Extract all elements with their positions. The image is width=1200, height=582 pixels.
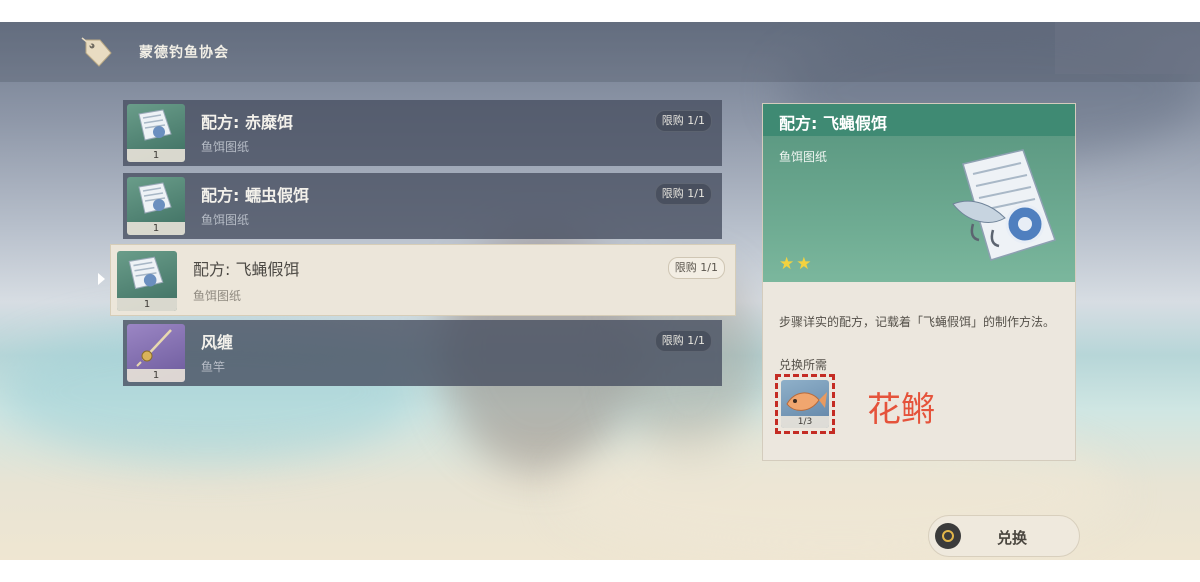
detail-title: 配方: 飞蝇假饵 <box>779 114 887 133</box>
shop-item-row[interactable]: 1 配方: 赤糜饵 鱼饵图纸 限购 1/1 <box>123 100 722 166</box>
annotation-text: 花鳉 <box>867 390 935 430</box>
item-count: 1 <box>127 149 185 162</box>
item-name: 配方: 飞蝇假饵 <box>193 260 300 279</box>
recipe-paper-icon <box>138 109 172 141</box>
recipe-paper-icon <box>128 256 164 290</box>
item-name: 配方: 蠕虫假饵 <box>201 186 309 205</box>
detail-artwork: 鱼饵图纸 ★★ <box>763 136 1075 282</box>
required-material-slot[interactable]: 1/3 <box>775 374 835 434</box>
purchase-limit-badge: 限购 1/1 <box>654 110 712 132</box>
item-type: 鱼饵图纸 <box>201 213 250 227</box>
selection-arrow-icon <box>98 273 105 285</box>
item-name: 配方: 赤糜饵 <box>201 113 293 132</box>
item-count: 1 <box>117 298 177 311</box>
item-thumbnail: 1 <box>127 104 185 162</box>
item-type: 鱼饵图纸 <box>201 140 250 154</box>
price-tag-icon <box>81 37 112 67</box>
confirm-circle-icon <box>935 523 961 549</box>
item-type: 鱼饵图纸 <box>193 289 242 303</box>
detail-header: 配方: 飞蝇假饵 <box>763 104 1075 136</box>
item-description: 步骤详实的配方，记载着「飞蝇假饵」的制作方法。 <box>779 315 1056 329</box>
required-count: 1/3 <box>781 416 829 428</box>
item-count: 1 <box>127 222 185 235</box>
shop-title: 蒙德钓鱼协会 <box>139 45 229 61</box>
recipe-paper-icon <box>138 182 172 214</box>
purchase-limit-badge: 限购 1/1 <box>654 183 712 205</box>
item-type: 鱼竿 <box>201 360 226 374</box>
fishing-rod-icon <box>136 329 172 367</box>
item-thumbnail: 1 <box>117 251 177 311</box>
item-thumbnail: 1 <box>127 324 185 382</box>
recipe-illustration-icon <box>952 149 1056 261</box>
shop-item-row-selected[interactable]: 1 配方: 飞蝇假饵 鱼饵图纸 限购 1/1 <box>110 244 736 316</box>
detail-item-type: 鱼饵图纸 <box>779 150 828 164</box>
shop-item-row[interactable]: 1 配方: 蠕虫假饵 鱼饵图纸 限购 1/1 <box>123 173 722 239</box>
rarity-stars: ★★ <box>779 254 814 274</box>
required-fish-thumbnail: 1/3 <box>781 380 829 428</box>
item-thumbnail: 1 <box>127 177 185 235</box>
item-name: 风缠 <box>201 333 234 352</box>
exchange-button-label: 兑换 <box>997 529 1028 547</box>
top-right-panel <box>1055 22 1200 74</box>
exchange-button[interactable]: 兑换 <box>928 515 1080 557</box>
shop-item-row[interactable]: 1 风缠 鱼竿 限购 1/1 <box>123 320 722 386</box>
purchase-limit-badge: 限购 1/1 <box>667 257 725 279</box>
purchase-limit-badge: 限购 1/1 <box>654 330 712 352</box>
exchange-requirement-label: 兑换所需 <box>779 358 828 372</box>
item-count: 1 <box>127 369 185 382</box>
